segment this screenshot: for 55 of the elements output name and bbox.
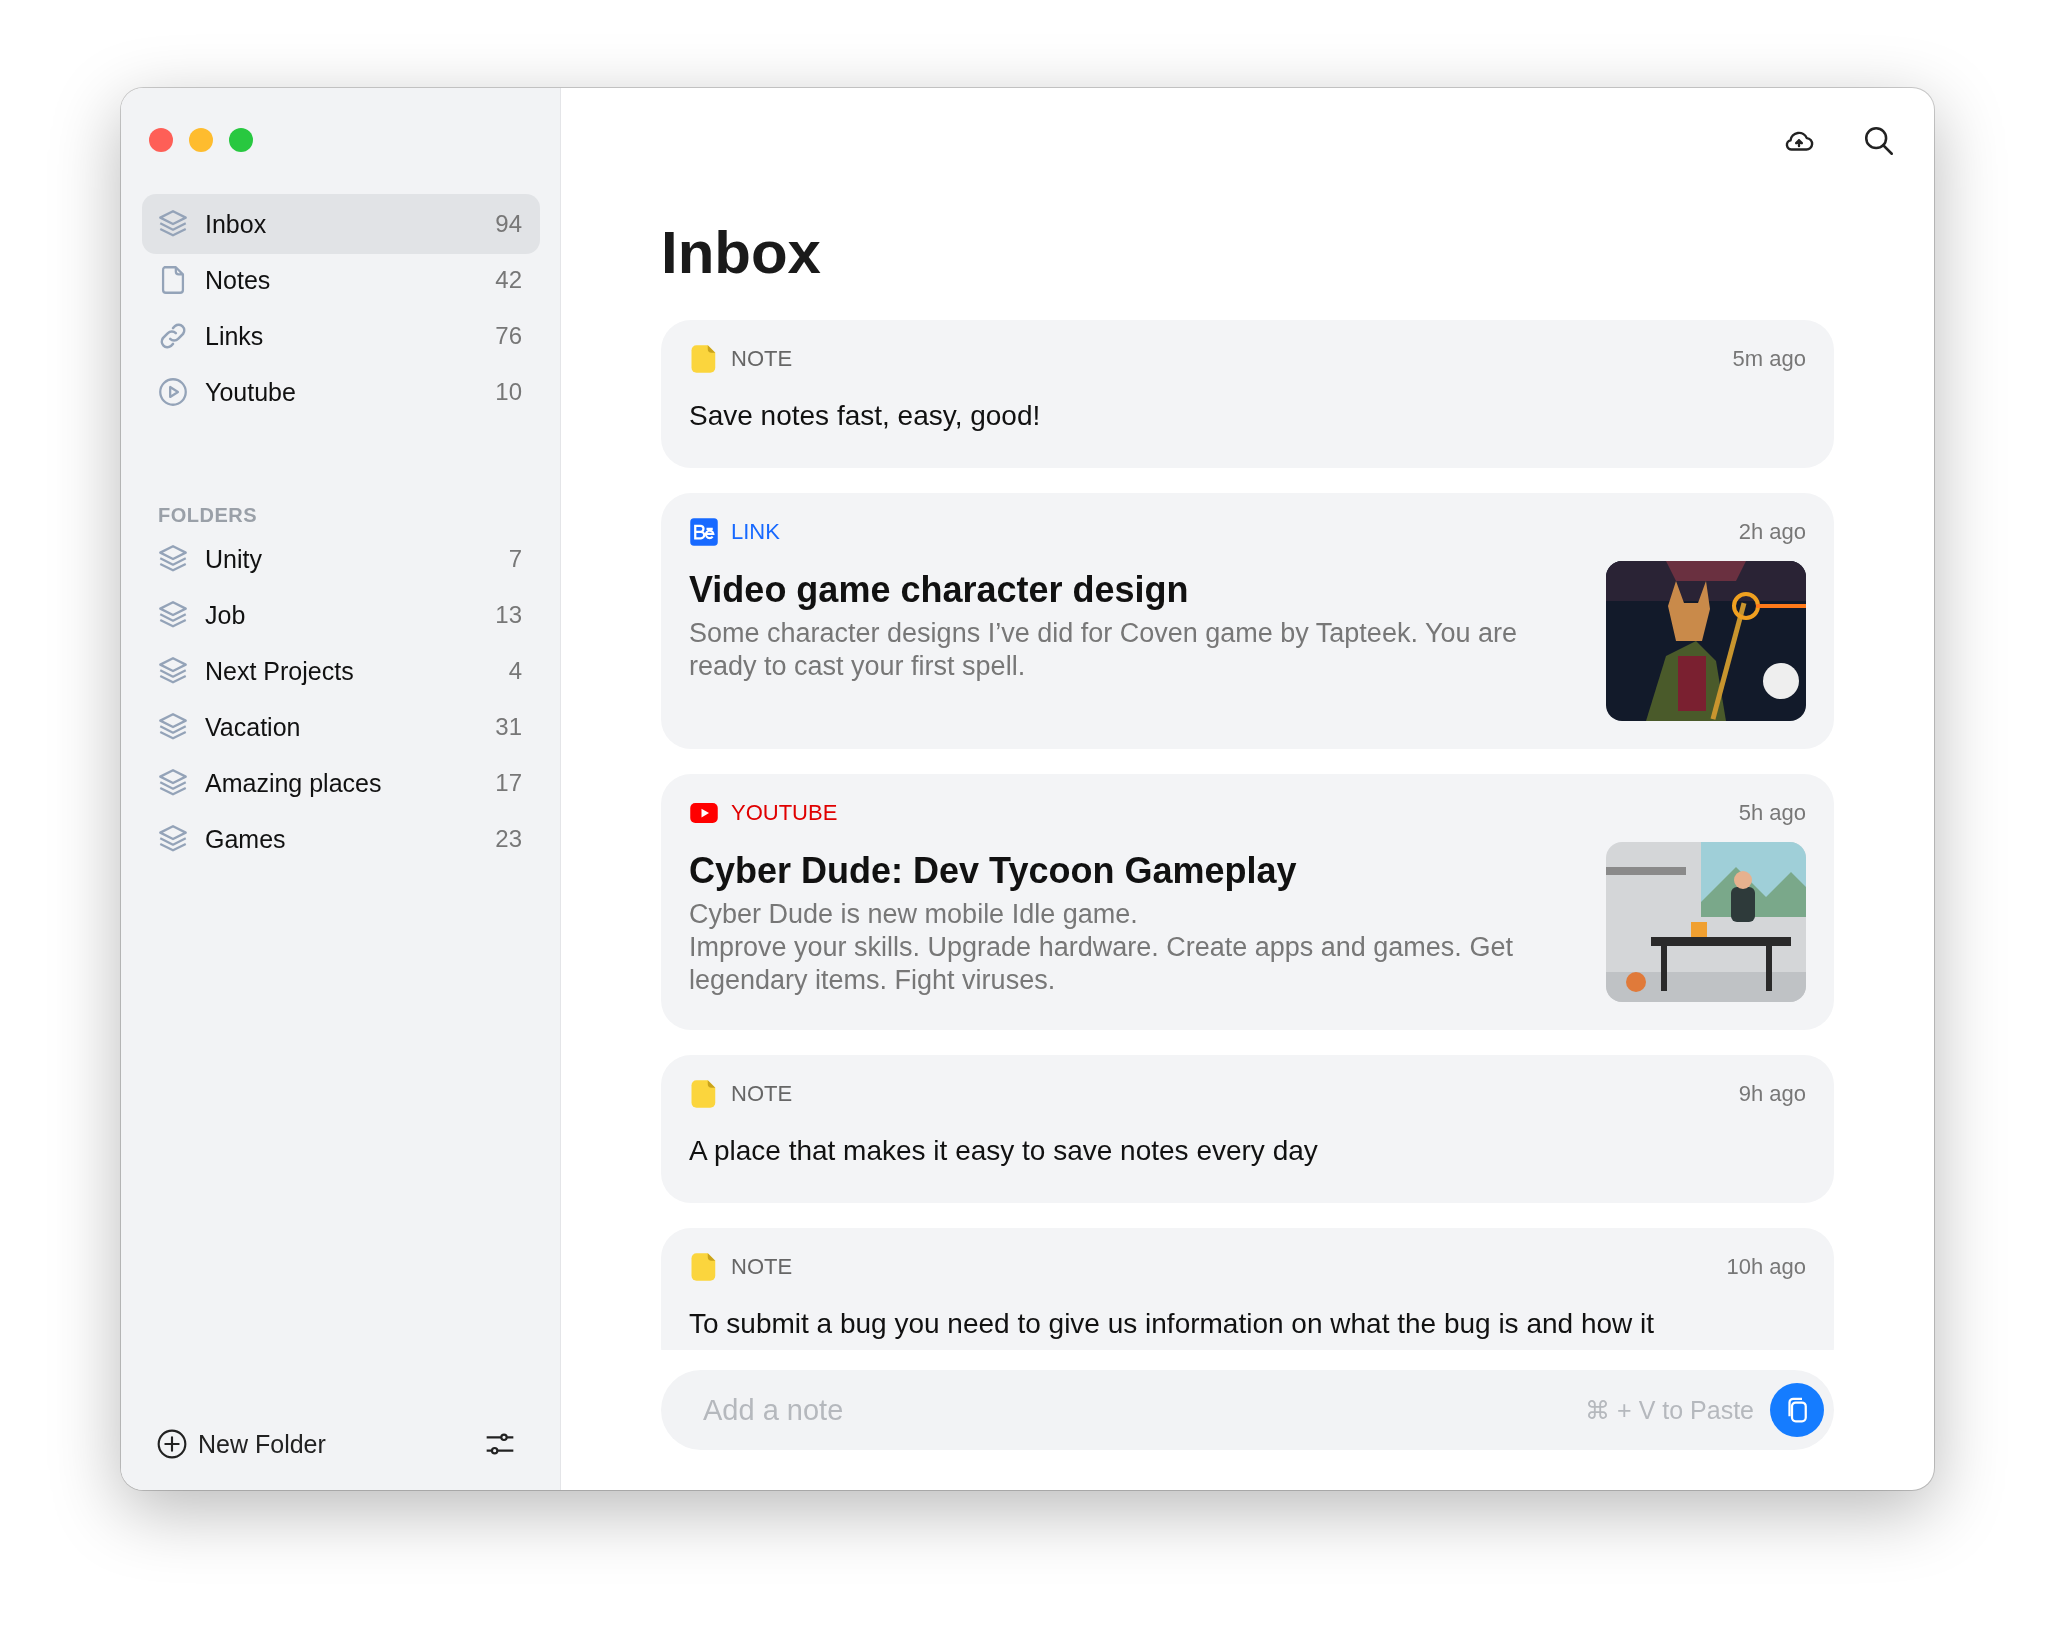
- card-time: 5m ago: [1732, 346, 1806, 372]
- item-count: 10: [495, 378, 522, 406]
- card-description: Improve your skills. Upgrade hardware. Create apps and games. Get legendary items. Fight viruses.: [689, 930, 1514, 997]
- note-text: To submit a bug you need to give us information on what the bug is and how it: [689, 1308, 1656, 1340]
- inbox-card[interactable]: LINK 2h ago Video game character design Some character designs I’ve did for Coven game by Tapteek. You are ready to cast your first spell.: [661, 493, 1834, 749]
- item-count: 23: [495, 825, 522, 853]
- paste-button[interactable]: [1770, 1383, 1824, 1437]
- sidebar-item[interactable]: Youtube 10: [142, 364, 540, 420]
- inbox-card[interactable]: NOTE 5m ago Save notes fast, easy, good!: [661, 320, 1834, 468]
- paste-hint: ⌘ + V to Paste: [1585, 1395, 1754, 1425]
- behance-icon: [689, 517, 719, 547]
- folders-heading: FOLDERS: [158, 504, 259, 527]
- item-count: 76: [495, 322, 522, 350]
- sidebar-item[interactable]: Notes 42: [142, 252, 540, 308]
- folder-item[interactable]: Next Projects 4: [142, 643, 540, 699]
- card-title: Cyber Dude: Dev Tycoon Gameplay: [689, 850, 1298, 892]
- card-type: NOTE: [731, 1254, 793, 1280]
- plus-icon: [156, 1428, 188, 1460]
- new-folder-button[interactable]: New Folder: [156, 1428, 326, 1460]
- inbox-card[interactable]: NOTE 9h ago A place that makes it easy to save notes every day: [661, 1055, 1834, 1203]
- item-count: 42: [495, 266, 522, 294]
- folder-item[interactable]: Vacation 31: [142, 699, 540, 755]
- card-time: 10h ago: [1726, 1254, 1806, 1280]
- add-note-field[interactable]: Add a note: [701, 1392, 1586, 1428]
- close-button[interactable]: [149, 128, 173, 152]
- note-text: Save notes fast, easy, good!: [689, 400, 1042, 432]
- play-icon: [156, 375, 190, 409]
- item-count: 31: [495, 713, 522, 741]
- folder-item[interactable]: Games 23: [142, 811, 540, 867]
- inbox-card[interactable]: YOUTUBE 5h ago Cyber Dude: Dev Tycoon Gameplay Cyber Dude is new mobile Idle game. Improve your skills. Upgrade hardware. Create apps and games. Get legendary items. Fight viruses.: [661, 774, 1834, 1030]
- page-title: Inbox: [661, 220, 822, 286]
- card-description: Cyber Dude is new mobile Idle game.: [689, 898, 1139, 931]
- item-count: 4: [508, 657, 522, 685]
- sidebar-item[interactable]: Links 76: [142, 308, 540, 364]
- card-description: Some character designs I’ve did for Coven game by Tapteek. You are ready to cast your first spell.: [689, 617, 1518, 683]
- item-count: 94: [495, 210, 522, 238]
- card-type: LINK: [731, 519, 780, 545]
- card-time: 5h ago: [1738, 800, 1806, 826]
- item-count: 17: [495, 769, 522, 797]
- note-text: A place that makes it easy to save notes every day: [689, 1135, 1319, 1167]
- zoom-button[interactable]: [229, 128, 253, 152]
- card-time: 2h ago: [1738, 519, 1806, 545]
- folder-item[interactable]: Amazing places 17: [142, 755, 540, 811]
- card-type: YOUTUBE: [731, 800, 838, 826]
- card-type: NOTE: [731, 1081, 793, 1107]
- inbox-card[interactable]: NOTE 10h ago To submit a bug you need to give us information on what the bug is and how it: [661, 1228, 1834, 1350]
- card-title: Video game character design: [689, 569, 1190, 611]
- folder-item[interactable]: Job 13: [142, 587, 540, 643]
- item-count: 7: [508, 545, 522, 573]
- sidebar-item[interactable]: Inbox 94: [142, 194, 540, 254]
- folder-item[interactable]: Unity 7: [142, 531, 540, 587]
- search-icon[interactable]: [1862, 124, 1896, 158]
- card-type: NOTE: [731, 346, 793, 372]
- item-count: 13: [495, 601, 522, 629]
- card-time: 9h ago: [1738, 1081, 1806, 1107]
